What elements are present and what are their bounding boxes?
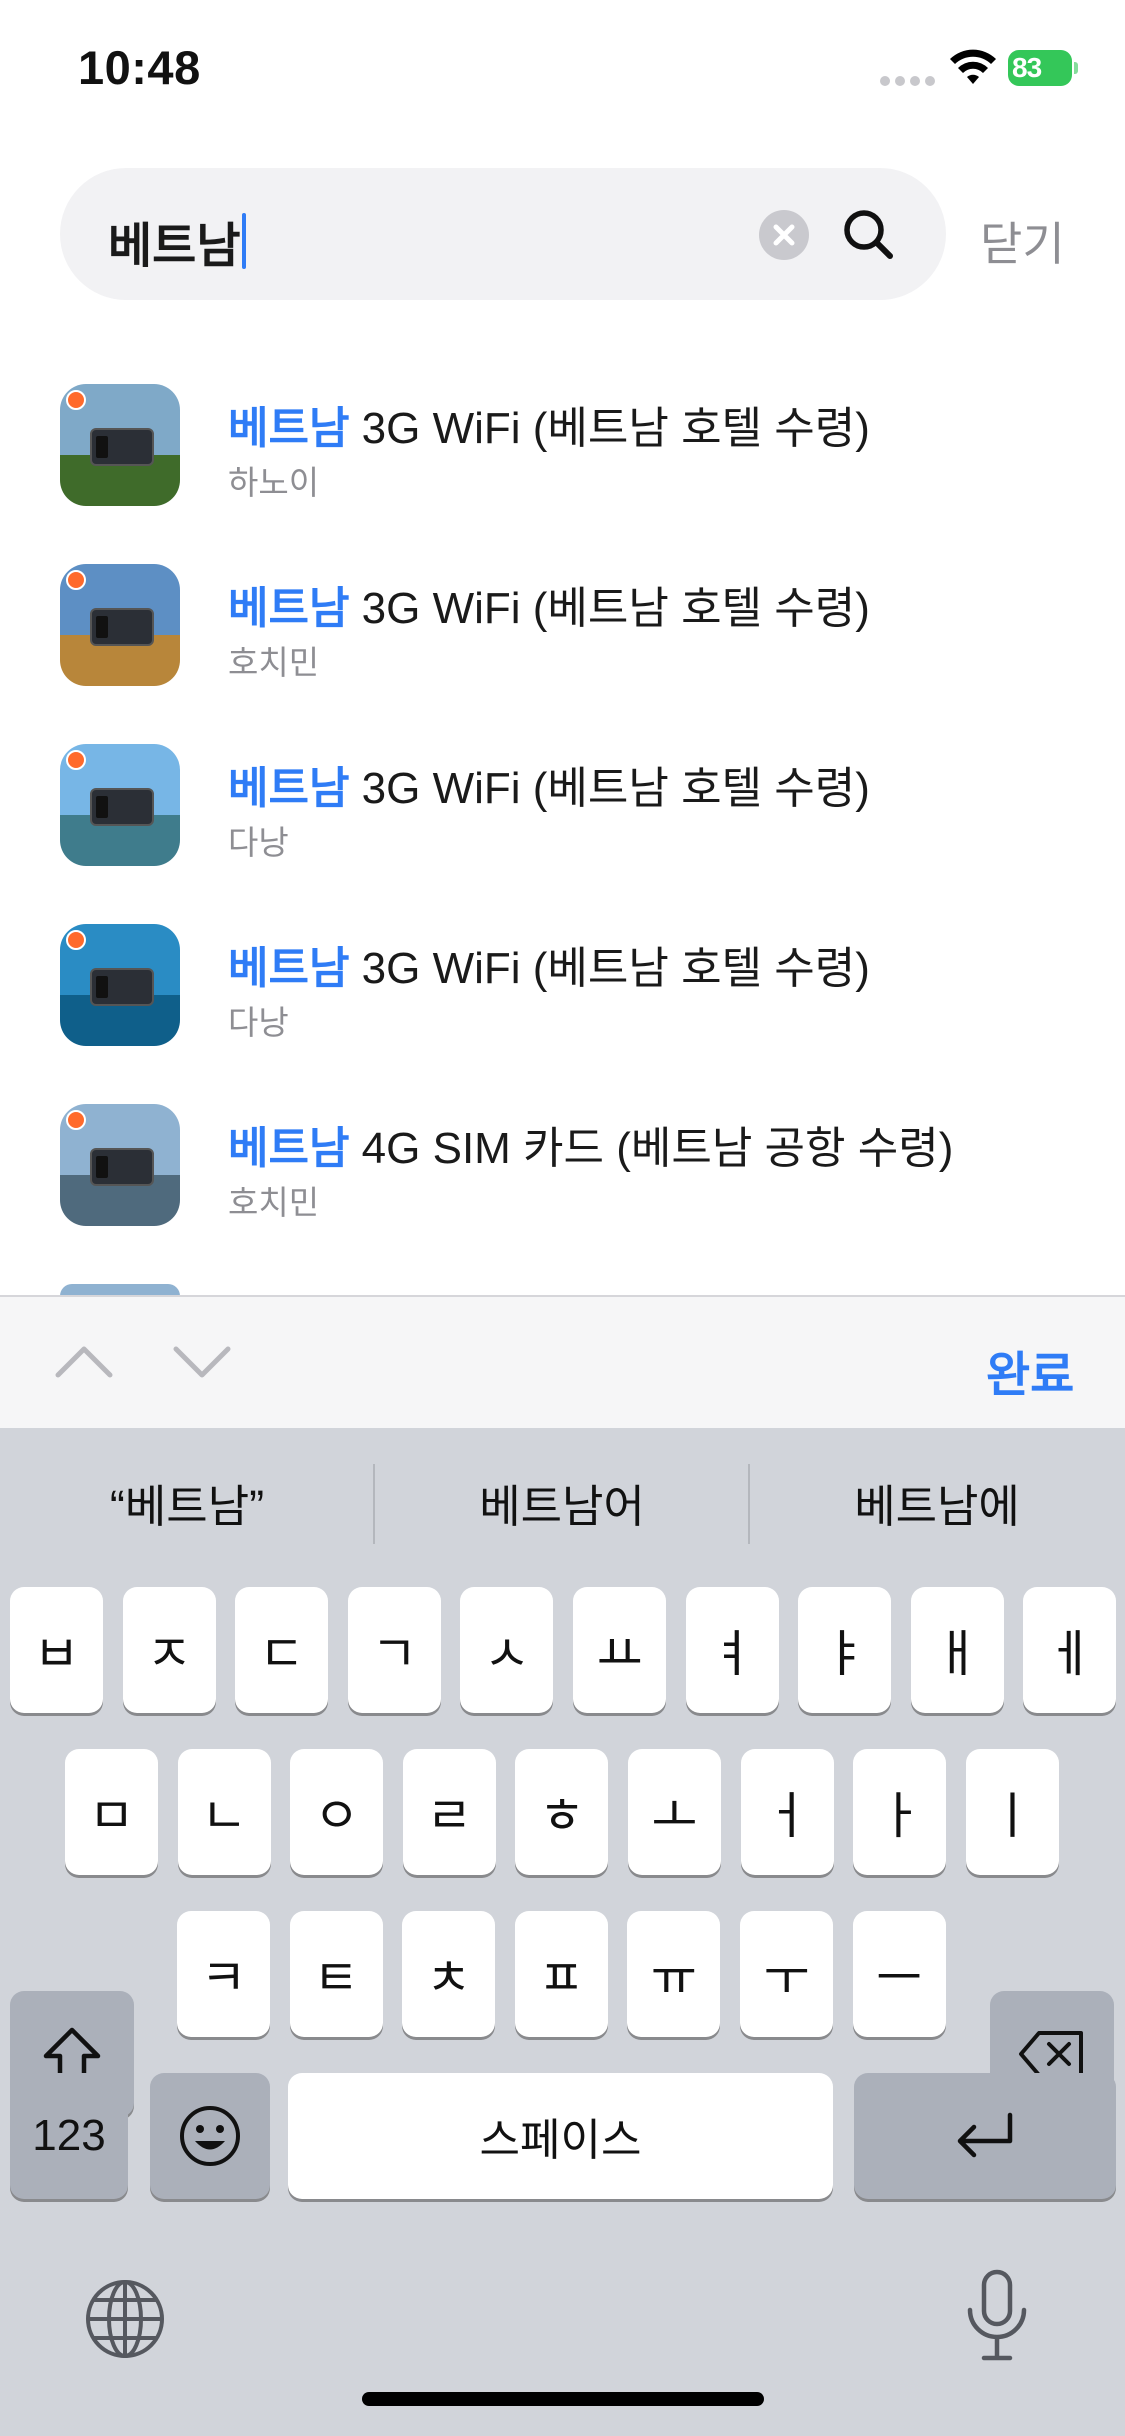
device-image: [90, 968, 154, 1006]
key-row1-2[interactable]: ㄷ: [235, 1587, 329, 1713]
result-location: 다낭: [228, 1004, 289, 1041]
key-row3-5[interactable]: ㅜ: [740, 1911, 833, 2037]
result-title-text: 3G WiFi (베트남 호텔 수령): [349, 584, 870, 633]
search-query: 베트남: [108, 220, 241, 273]
globe-icon[interactable]: [84, 2278, 166, 2360]
result-title-highlight: 베트남: [228, 584, 350, 633]
result-location: 호치민: [228, 644, 320, 681]
result-title: 베트남 3G WiFi (베트남 호텔 수령): [228, 392, 870, 456]
predictive-suggestions: “베트남” 베트남어 베트남에: [0, 1428, 1125, 1578]
result-location: 다낭: [228, 824, 289, 861]
key-row2-8[interactable]: ㅣ: [965, 1749, 1059, 1875]
key-row3-2[interactable]: ㅊ: [402, 1911, 496, 2037]
key-row1-4[interactable]: ㅅ: [460, 1587, 554, 1713]
close-button[interactable]: 닫기: [980, 208, 1065, 274]
result-location: 호치민: [228, 1184, 320, 1221]
next-field-chevron-down-icon[interactable]: [172, 1341, 232, 1381]
key-row3-1[interactable]: ㅌ: [289, 1911, 383, 2037]
key-row2-3[interactable]: ㄹ: [402, 1749, 496, 1875]
result-item[interactable]: 베트남 4G SIM 카드 (베트남 공항 수령) 호치민: [0, 1080, 1125, 1260]
key-row2-2[interactable]: ㅇ: [290, 1749, 384, 1875]
emoji-smiley-icon: [180, 2106, 240, 2166]
clear-icon: [773, 224, 795, 246]
result-title-text: 3G WiFi (베트남 호텔 수령): [349, 404, 870, 453]
key-row3-6[interactable]: ㅡ: [852, 1911, 946, 2037]
return-arrow-icon: [957, 2112, 1013, 2158]
result-title: 베트남 3G WiFi (베트남 호텔 수령): [228, 572, 870, 636]
product-thumbnail: [60, 384, 180, 506]
cellular-signal-icon: [880, 76, 936, 86]
key-row2-5[interactable]: ㅗ: [628, 1749, 721, 1875]
product-thumbnail: [60, 564, 180, 686]
badge-icon: [66, 750, 86, 770]
result-item[interactable]: 베트남 3G WiFi (베트남 호텔 수령) 다낭: [0, 720, 1125, 900]
product-thumbnail: [60, 744, 180, 866]
battery-icon: 83: [1008, 48, 1078, 88]
badge-icon: [66, 390, 86, 410]
result-item[interactable]: 베트남 3G WiFi (베트남 호텔 수령) 호치민: [0, 540, 1125, 720]
search-field[interactable]: 베트남: [60, 168, 946, 300]
keyboard-accessory-bar: 완료: [0, 1295, 1125, 1428]
key-row3-3[interactable]: ㅍ: [514, 1911, 608, 2037]
suggestion-1[interactable]: “베트남”: [0, 1470, 374, 1535]
return-key[interactable]: [854, 2073, 1116, 2199]
key-row1-8[interactable]: ㅐ: [910, 1587, 1004, 1713]
device-image: [90, 608, 154, 646]
result-title: 베트남 4G SIM 카드 (베트남 공항 수령): [228, 1112, 953, 1176]
badge-icon: [66, 1110, 86, 1130]
keyboard: “베트남” 베트남어 베트남에 ㅂㅈㄷㄱㅅㅛㅕㅑㅐㅔㅁㄴㅇㄹㅎㅗㅓㅏㅣㅋㅌㅊㅍㅠ…: [0, 1428, 1125, 2436]
key-row1-6[interactable]: ㅕ: [685, 1587, 779, 1713]
badge-icon: [66, 930, 86, 950]
key-row1-9[interactable]: ㅔ: [1023, 1587, 1117, 1713]
key-row1-7[interactable]: ㅑ: [798, 1587, 892, 1713]
search-icon[interactable]: [838, 204, 898, 264]
key-row2-6[interactable]: ㅓ: [740, 1749, 834, 1875]
home-indicator[interactable]: [362, 2392, 764, 2406]
product-thumbnail: [60, 1104, 180, 1226]
key-row2-0[interactable]: ㅁ: [65, 1749, 158, 1875]
clear-search-button[interactable]: [759, 210, 809, 260]
text-caret: [242, 213, 247, 269]
battery-level: 83: [1012, 52, 1042, 83]
result-location: 하노이: [228, 464, 320, 501]
search-input[interactable]: 베트남: [108, 206, 247, 276]
result-title-text: 3G WiFi (베트남 호텔 수령): [349, 944, 870, 993]
status-time: 10:48: [78, 41, 201, 94]
device-image: [90, 788, 154, 826]
result-title-highlight: 베트남: [228, 944, 350, 993]
key-row2-1[interactable]: ㄴ: [177, 1749, 271, 1875]
result-item[interactable]: 베트남 3G WiFi (베트남 호텔 수령) 하노이: [0, 360, 1125, 540]
result-title: 베트남 3G WiFi (베트남 호텔 수령): [228, 932, 870, 996]
wifi-icon: [950, 49, 996, 84]
microphone-icon[interactable]: [960, 2268, 1034, 2364]
device-image: [90, 428, 154, 466]
suggestion-2[interactable]: 베트남어: [375, 1470, 749, 1535]
key-row1-0[interactable]: ㅂ: [10, 1587, 103, 1713]
result-title-text: 3G WiFi (베트남 호텔 수령): [349, 764, 870, 813]
backspace-icon: [1019, 2031, 1083, 2077]
key-row1-3[interactable]: ㄱ: [347, 1587, 441, 1713]
space-key[interactable]: 스페이스: [288, 2073, 833, 2199]
key-row2-7[interactable]: ㅏ: [853, 1749, 947, 1875]
device-image: [90, 1148, 154, 1186]
previous-field-chevron-up-icon[interactable]: [54, 1341, 114, 1381]
key-row1-5[interactable]: ㅛ: [573, 1587, 666, 1713]
numbers-key[interactable]: 123: [10, 2073, 128, 2199]
done-button[interactable]: 완료: [986, 1335, 1074, 1405]
key-row1-1[interactable]: ㅈ: [122, 1587, 216, 1713]
key-row2-4[interactable]: ㅎ: [515, 1749, 609, 1875]
product-thumbnail: [60, 924, 180, 1046]
result-title-text: 4G SIM 카드 (베트남 공항 수령): [349, 1124, 954, 1173]
result-title: 베트남 3G WiFi (베트남 호텔 수령): [228, 752, 870, 816]
key-row3-4[interactable]: ㅠ: [627, 1911, 721, 2037]
result-title-highlight: 베트남: [228, 1124, 350, 1173]
badge-icon: [66, 570, 86, 590]
emoji-key[interactable]: [150, 2073, 270, 2199]
key-row3-0[interactable]: ㅋ: [177, 1911, 270, 2037]
result-title-highlight: 베트남: [228, 764, 350, 813]
status-bar: 10:48 83: [0, 0, 1125, 140]
result-item[interactable]: 베트남 3G WiFi (베트남 호텔 수령) 다낭: [0, 900, 1125, 1080]
result-title-highlight: 베트남: [228, 404, 350, 453]
suggestion-3[interactable]: 베트남에: [750, 1470, 1124, 1535]
